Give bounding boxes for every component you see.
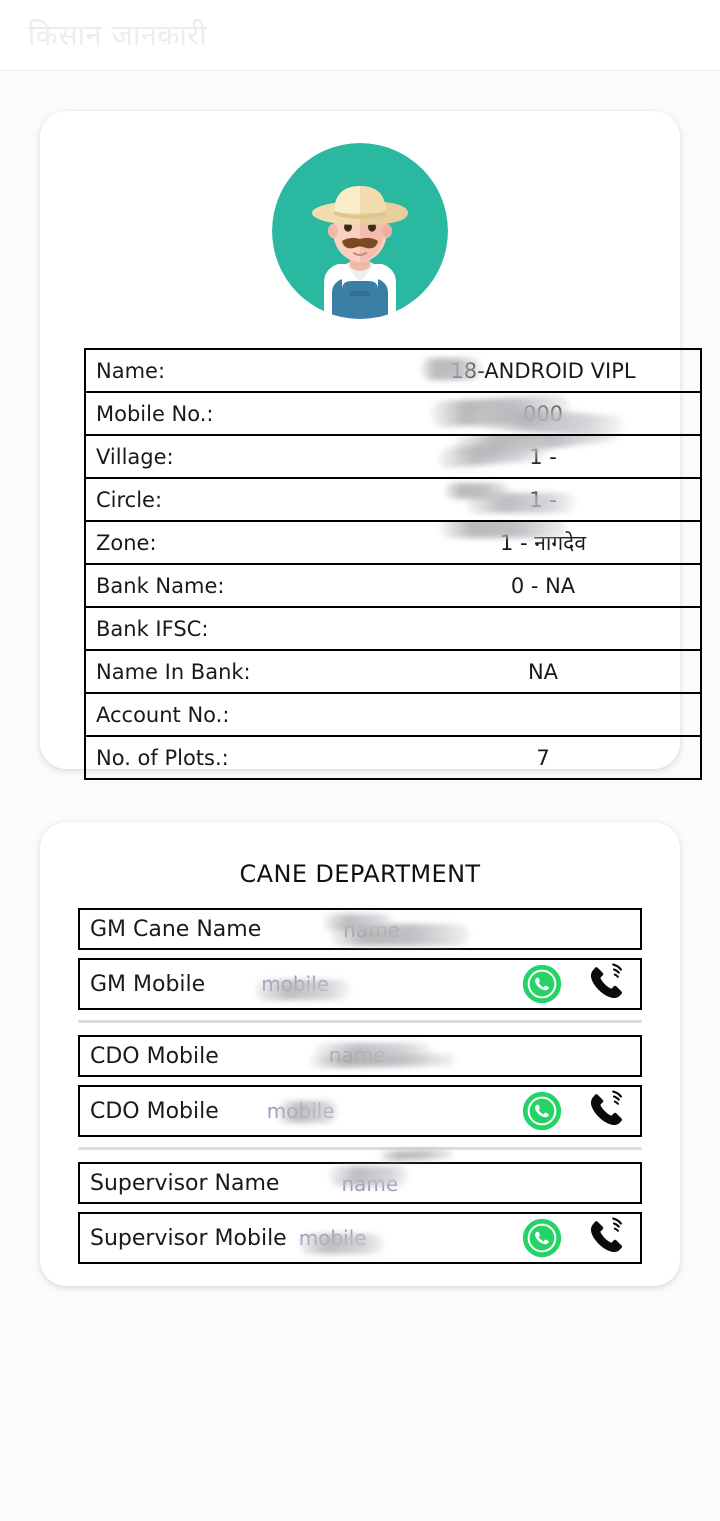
row-value-text: 000 [522,401,564,426]
contact-actions [522,1090,640,1132]
gm-mobile-row: GM Mobile mobile [78,958,642,1010]
table-row: Name In Bank: NA [84,649,702,694]
app-bar: किसान जानकारी [0,0,720,71]
supervisor-name-row: Supervisor Name name [78,1148,642,1204]
row-label: Supervisor Name [90,1170,280,1196]
redaction-overlay [466,493,576,513]
row-value: 7 [414,735,702,780]
table-row: Account No.: [84,692,702,737]
row-label: CDO Mobile [90,1098,219,1124]
table-row: Bank IFSC: [84,606,702,651]
row-label: Bank Name: [84,563,414,608]
cane-department-card: CANE DEPARTMENT GM Cane Name name GM Mob… [40,822,680,1286]
page-title: किसान जानकारी [28,17,207,52]
gm-cane-name-row: GM Cane Name name [78,908,642,950]
row-label: Account No.: [84,692,414,737]
phone-call-icon[interactable] [584,1090,630,1132]
row-value-text: 18-ANDROID VIPL [450,358,636,383]
supervisor-mobile-row: Supervisor Mobile mobile [78,1212,642,1264]
row-value: name [219,1037,640,1075]
phone-call-icon[interactable] [584,963,630,1005]
row-value-text: mobile [298,1226,367,1250]
table-row: Zone: 1 - नागदेव [84,520,702,565]
group-divider [78,1020,642,1023]
row-value: name [279,1148,640,1202]
table-row: Circle: 1 - [84,477,702,522]
row-label: No. of Plots.: [84,735,414,780]
whatsapp-icon[interactable] [522,1091,562,1131]
whatsapp-icon[interactable] [522,964,562,1004]
row-value: 1 - नागदेव [414,520,702,565]
row-value-text: mobile [266,1099,335,1123]
avatar-container [40,111,680,319]
row-value-text: 1 - [529,487,557,512]
cdo-mobile-row: CDO Mobile mobile [78,1085,642,1137]
table-row: Village: 1 - [84,434,702,479]
row-label: Village: [84,434,414,479]
row-value: 1 - [414,434,702,479]
redaction-overlay [444,483,510,499]
row-label: Mobile No.: [84,391,414,436]
row-value [414,606,702,651]
cdo-name-row: CDO Mobile name [78,1035,642,1077]
contact-actions [522,963,640,1005]
row-label: Circle: [84,477,414,522]
row-label: GM Cane Name [90,916,262,942]
row-value-text: mobile [261,972,330,996]
contact-actions [522,1217,640,1259]
department-rows: GM Cane Name name GM Mobile mobile CDO M… [78,908,642,1264]
farmer-profile-card: Name: 18-ANDROID VIPL Mobile No.: 000 Vi… [40,111,702,780]
table-row: Mobile No.: 000 [84,391,702,436]
row-label: GM Mobile [90,971,206,997]
department-title: CANE DEPARTMENT [239,860,481,888]
row-value-text: name [328,1043,386,1067]
row-value [414,692,702,737]
row-value: 18-ANDROID VIPL [414,348,702,393]
redaction-overlay [379,1148,454,1162]
table-row: Name: 18-ANDROID VIPL [84,348,702,393]
row-value: mobile [205,960,522,1008]
row-label: CDO Mobile [90,1043,219,1069]
whatsapp-icon[interactable] [522,1218,562,1258]
row-label: Zone: [84,520,414,565]
row-value-text: name [341,1172,399,1196]
group-divider [78,1147,642,1150]
row-value: mobile [219,1087,522,1135]
farmer-info-table-body: Name: 18-ANDROID VIPL Mobile No.: 000 Vi… [84,348,702,780]
row-label: Name In Bank: [84,649,414,694]
row-label: Supervisor Mobile [90,1225,287,1251]
row-value: 1 - [414,477,702,522]
row-value-text: 1 - [529,444,557,469]
table-row: No. of Plots.: 7 [84,735,702,780]
row-label: Bank IFSC: [84,606,414,651]
farmer-info-table: Name: 18-ANDROID VIPL Mobile No.: 000 Vi… [84,348,702,780]
phone-call-icon[interactable] [584,1217,630,1259]
row-value: 000 [414,391,702,436]
row-value: name [261,910,640,948]
row-value: NA [414,649,702,694]
row-value: mobile [287,1214,522,1262]
row-label: Name: [84,348,414,393]
row-value-text: 1 - नागदेव [499,530,587,555]
row-value-text: name [343,918,400,942]
table-row: Bank Name: 0 - NA [84,563,702,608]
farmer-avatar-icon [272,143,448,319]
row-value: 0 - NA [414,563,702,608]
